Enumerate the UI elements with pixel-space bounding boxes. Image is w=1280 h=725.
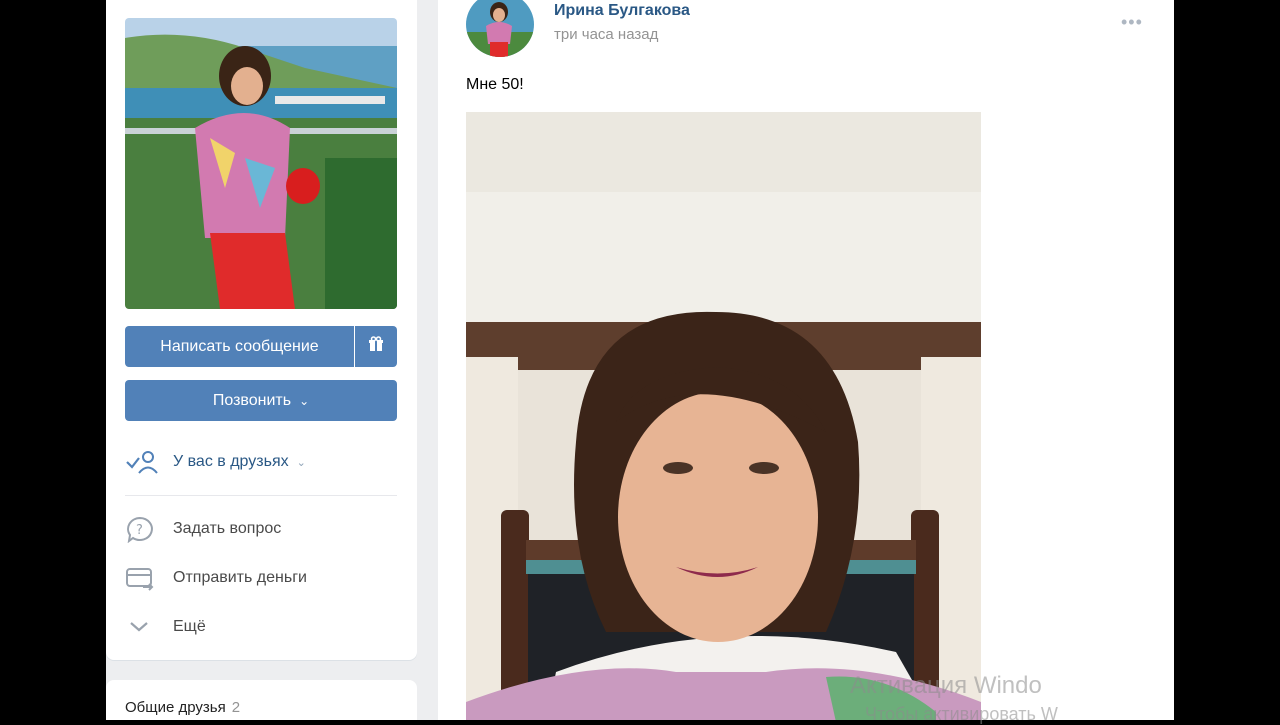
- money-transfer-icon: [125, 563, 161, 593]
- friends-status-label: У вас в друзьях: [173, 453, 289, 470]
- mutual-friends-header[interactable]: Общие друзья 2: [125, 699, 240, 716]
- svg-text:?: ?: [136, 523, 143, 538]
- call-button[interactable]: Позвонить ⌄: [125, 380, 397, 421]
- post-author[interactable]: Ирина Булгакова: [554, 2, 690, 20]
- more-label: Ещё: [173, 618, 206, 635]
- windows-activation-watermark: Активация Windo: [850, 672, 1042, 699]
- ask-question-label: Задать вопрос: [173, 520, 282, 537]
- send-money-label: Отправить деньги: [173, 569, 307, 586]
- post-photo[interactable]: [466, 112, 981, 720]
- chevron-down-icon: ⌄: [296, 456, 306, 469]
- chevron-down-icon: ⌄: [299, 393, 310, 408]
- friends-status-row[interactable]: У вас в друзьях ⌄: [125, 445, 306, 479]
- avatar[interactable]: [466, 0, 534, 57]
- windows-activation-hint: Чтобы активировать W: [865, 704, 1058, 724]
- more-item[interactable]: Ещё: [125, 610, 206, 644]
- page: Написать сообщение Позвонить ⌄ У вас в д…: [106, 0, 1174, 720]
- profile-sidebar: Написать сообщение Позвонить ⌄ У вас в д…: [106, 0, 417, 660]
- mutual-friends-card: Общие друзья 2: [106, 680, 417, 720]
- gift-icon: [368, 336, 384, 357]
- post-time[interactable]: три часа назад: [554, 26, 658, 43]
- call-button-label: Позвонить: [212, 391, 292, 409]
- gift-button[interactable]: [355, 326, 397, 367]
- question-bubble-icon: ?: [125, 514, 161, 544]
- send-money-item[interactable]: Отправить деньги: [125, 561, 307, 595]
- divider: [125, 495, 397, 496]
- chevron-down-icon: [125, 612, 161, 642]
- send-message-button[interactable]: Написать сообщение: [125, 326, 354, 367]
- post-text: Мне 50!: [466, 76, 524, 93]
- ask-question-item[interactable]: ? Задать вопрос: [125, 512, 281, 546]
- profile-photo[interactable]: [125, 18, 397, 309]
- user-check-icon: [125, 447, 161, 477]
- mutual-friends-label: Общие друзья: [125, 699, 226, 716]
- post-card: Ирина Булгакова три часа назад ••• Мне 5…: [438, 0, 1174, 720]
- more-options-icon[interactable]: •••: [1121, 12, 1143, 33]
- mutual-friends-count: 2: [231, 699, 241, 716]
